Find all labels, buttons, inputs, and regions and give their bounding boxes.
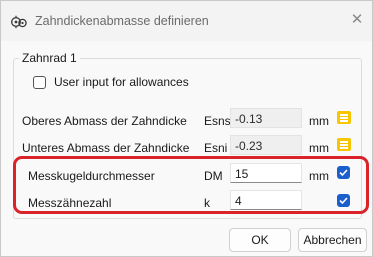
ok-button[interactable]: OK: [229, 228, 291, 252]
upper-allowance-unit: mm: [309, 114, 329, 128]
cancel-button[interactable]: Abbrechen: [298, 228, 367, 252]
menu-icon[interactable]: [337, 138, 351, 151]
user-input-allowances-checkbox-row[interactable]: User input for allowances: [19, 73, 189, 91]
upper-allowance-value: -0.13: [230, 108, 302, 128]
lower-allowance-label: Unteres Abmass der Zahndicke: [22, 141, 190, 155]
close-icon[interactable]: ✕: [348, 11, 366, 29]
user-input-allowances-checkbox[interactable]: [33, 75, 46, 89]
user-input-allowances-label: User input for allowances: [54, 75, 189, 89]
menu-icon[interactable]: [337, 111, 351, 124]
upper-allowance-label: Oberes Abmass der Zahndicke: [22, 114, 187, 128]
lower-allowance-symbol: Esni: [204, 141, 228, 155]
lower-allowance-unit: mm: [309, 141, 329, 155]
title-bar[interactable]: Zahndickenabmasse definieren ✕: [1, 1, 372, 41]
upper-allowance-symbol: Esns: [204, 114, 231, 128]
lower-allowance-value: -0.23: [230, 135, 302, 155]
group-label: Zahnrad 1: [19, 51, 80, 65]
dialog-window: Zahndickenabmasse definieren ✕ Zahnrad 1…: [0, 0, 373, 257]
window-title: Zahndickenabmasse definieren: [35, 14, 209, 28]
highlight-outline: [13, 156, 369, 214]
gear-icon: [11, 15, 27, 29]
